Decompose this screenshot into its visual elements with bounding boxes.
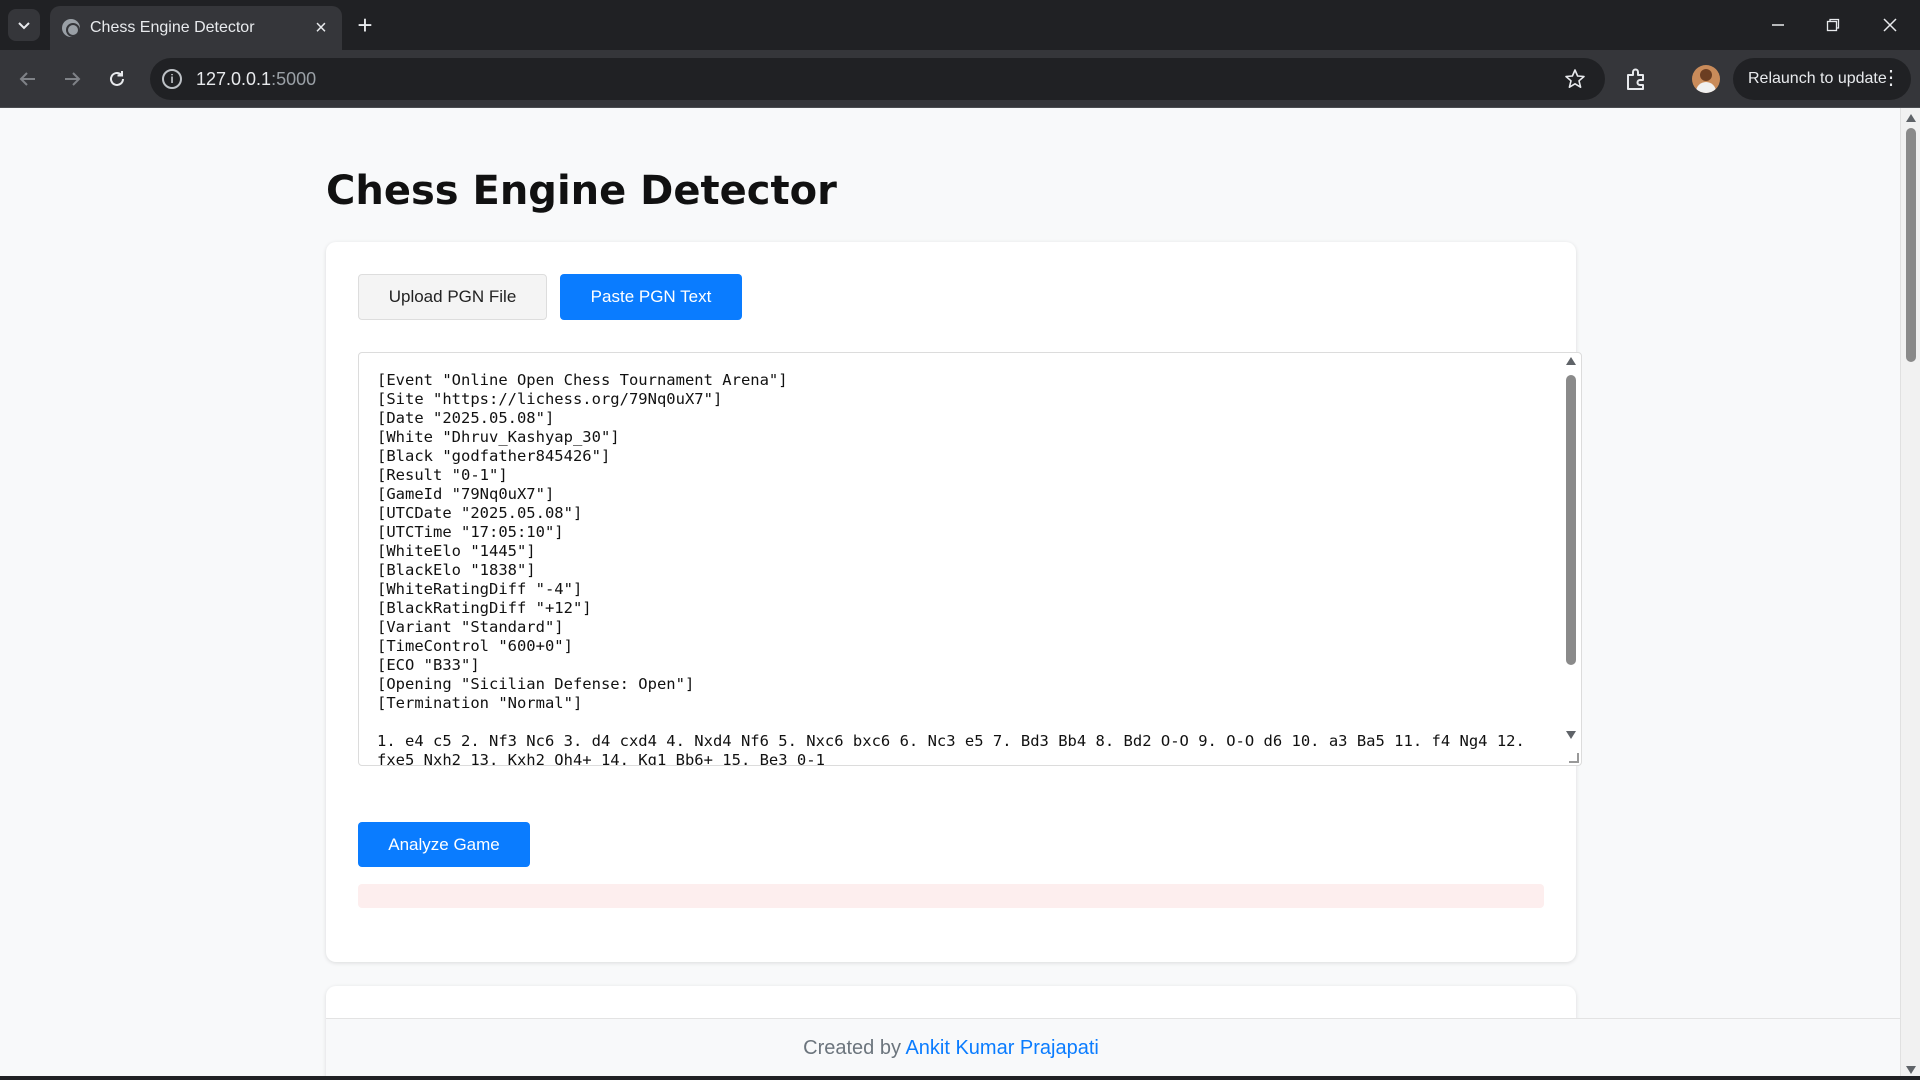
scroll-down-icon[interactable] bbox=[1566, 731, 1576, 739]
pgn-textarea[interactable]: [Event "Online Open Chess Tournament Are… bbox=[358, 352, 1582, 766]
scroll-thumb[interactable] bbox=[1906, 128, 1916, 362]
scroll-up-icon[interactable] bbox=[1906, 114, 1916, 122]
page-title: Chess Engine Detector bbox=[326, 168, 837, 214]
close-window-button[interactable] bbox=[1870, 10, 1910, 40]
paste-pgn-button[interactable]: Paste PGN Text bbox=[560, 274, 742, 320]
chevron-down-icon bbox=[18, 22, 30, 30]
window-frame bbox=[0, 1076, 1920, 1080]
page-scrollbar[interactable] bbox=[1900, 108, 1920, 1080]
more-vert-icon[interactable]: ⋮ bbox=[1881, 66, 1901, 90]
tab-strip: Chess Engine Detector × + bbox=[0, 0, 1920, 50]
scroll-down-icon[interactable] bbox=[1906, 1066, 1916, 1074]
footer-text: Created by Ankit Kumar Prajapati bbox=[326, 1037, 1576, 1060]
analyze-game-button[interactable]: Analyze Game bbox=[358, 822, 530, 867]
url-text[interactable]: 127.0.0.1:5000 bbox=[196, 69, 316, 90]
extensions-icon[interactable] bbox=[1622, 66, 1650, 94]
textarea-scrollbar[interactable] bbox=[1563, 353, 1579, 765]
forward-button[interactable] bbox=[56, 63, 88, 95]
restore-button[interactable] bbox=[1813, 10, 1853, 40]
star-icon[interactable] bbox=[1563, 67, 1587, 91]
author-link[interactable]: Ankit Kumar Prajapati bbox=[905, 1037, 1098, 1059]
restore-icon bbox=[1826, 18, 1840, 32]
tab-title: Chess Engine Detector bbox=[90, 19, 255, 36]
resize-handle-icon[interactable] bbox=[1569, 753, 1579, 763]
error-message-box bbox=[358, 884, 1544, 908]
arrow-right-icon bbox=[65, 72, 81, 86]
upload-pgn-button[interactable]: Upload PGN File bbox=[358, 274, 547, 320]
new-tab-button[interactable]: + bbox=[352, 12, 378, 38]
minimize-button[interactable] bbox=[1758, 10, 1798, 40]
arrow-left-icon bbox=[19, 72, 35, 86]
tab-search-button[interactable] bbox=[8, 9, 40, 41]
browser-tab[interactable]: Chess Engine Detector × bbox=[50, 6, 342, 50]
page-viewport: Chess Engine Detector Upload PGN File Pa… bbox=[0, 108, 1900, 1080]
input-card: Upload PGN File Paste PGN Text [Event "O… bbox=[326, 242, 1582, 962]
reload-icon bbox=[110, 71, 124, 86]
close-icon[interactable]: × bbox=[310, 17, 332, 39]
footer: Created by Ankit Kumar Prajapati bbox=[326, 1018, 1900, 1080]
footer-prefix: Created by bbox=[803, 1037, 906, 1059]
minimize-icon bbox=[1772, 24, 1784, 26]
close-icon bbox=[1883, 18, 1897, 32]
address-bar[interactable]: i 127.0.0.1:5000 bbox=[150, 58, 1605, 100]
scroll-thumb[interactable] bbox=[1566, 375, 1576, 665]
pgn-text[interactable]: [Event "Online Open Chess Tournament Are… bbox=[359, 353, 1563, 765]
avatar[interactable] bbox=[1692, 65, 1720, 93]
info-icon[interactable]: i bbox=[162, 69, 182, 89]
back-button[interactable] bbox=[12, 63, 44, 95]
scroll-up-icon[interactable] bbox=[1566, 357, 1576, 365]
relaunch-button[interactable]: Relaunch to update ⋮ bbox=[1733, 58, 1911, 100]
browser-toolbar: i 127.0.0.1:5000 Relaunch to update ⋮ bbox=[0, 50, 1920, 108]
globe-icon bbox=[62, 19, 80, 37]
reload-button[interactable] bbox=[101, 63, 133, 95]
